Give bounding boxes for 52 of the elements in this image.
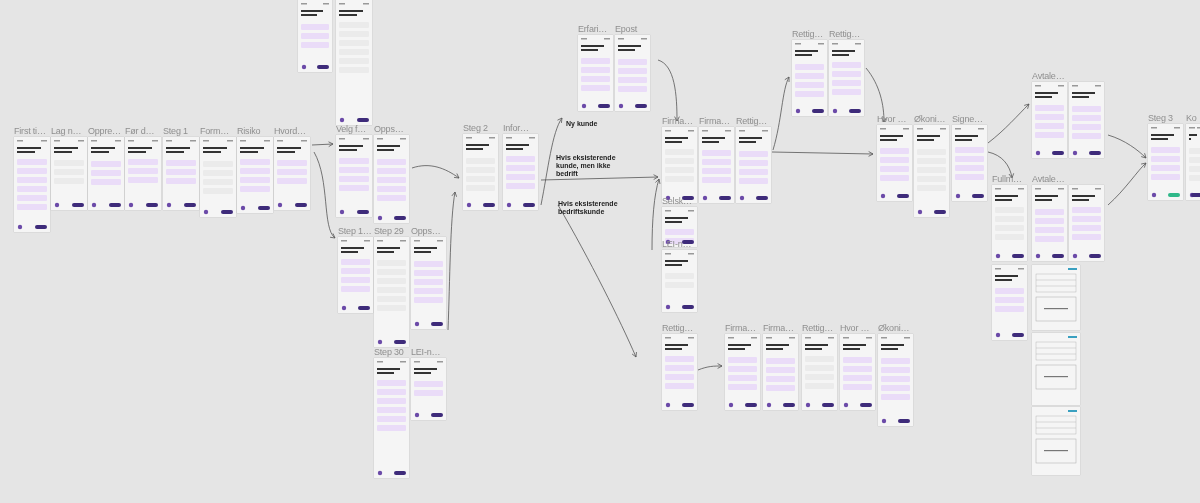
document-drawing (1032, 265, 1080, 330)
frame-label: Velg f… (336, 124, 367, 135)
frame-label: Step 1… (338, 226, 372, 237)
frame-label: Steg 2 (463, 123, 488, 134)
frame-label: Form… (200, 126, 229, 137)
arrow (697, 363, 723, 371)
frame-label: Step 29 (374, 226, 404, 237)
frame-label: Økoni… (878, 323, 910, 334)
frame-label: Steg 3 (1148, 113, 1173, 124)
frame-label: Før d… (125, 126, 155, 137)
frame-label: First ti… (14, 126, 46, 137)
frame-label: LEI-n… (662, 239, 692, 250)
frame-label: Erfari… (578, 24, 608, 35)
frame-label: Lag n… (51, 126, 82, 137)
frame-label: Firma… (699, 116, 730, 127)
frame-label: Ko (1186, 113, 1197, 124)
arrow (987, 103, 1030, 144)
frame-label: LEI-n… (411, 347, 441, 358)
arrow (411, 165, 460, 179)
frame-label: Rettig… (662, 323, 694, 334)
frame-label: Signe… (952, 114, 983, 125)
frame-label: Avtale… (1032, 174, 1065, 185)
frame-label: Rettig… (792, 29, 824, 40)
frame-label: Rettig… (736, 116, 768, 127)
wireframe-drawing (411, 358, 446, 420)
frame-label: Avtale… (1032, 71, 1065, 82)
wireframe-drawing (662, 207, 697, 247)
arrow (311, 141, 334, 147)
arrow (1107, 134, 1147, 159)
frame-label: Oppre… (88, 126, 121, 137)
frame-label: Epost (615, 24, 637, 35)
frame-label: Infor… (503, 123, 529, 134)
frame-label: Opps… (411, 226, 441, 237)
frame-label: Hvord… (274, 126, 306, 137)
frame-label: Firma… (662, 116, 693, 127)
frame-label: Firma… (725, 323, 756, 334)
wireframe-drawing (662, 250, 697, 312)
frame-label: Selsk… (662, 196, 692, 207)
arrow (1107, 162, 1147, 206)
frame-label: Steg 1 (163, 126, 188, 137)
wireframe-drawing (298, 0, 332, 72)
frame-label: Rettig… (829, 29, 861, 40)
document-drawing (1032, 407, 1080, 475)
frame-label: Rettig… (802, 323, 834, 334)
frame-label: Fullm… (992, 174, 1022, 185)
frame-label: Firma… (763, 323, 794, 334)
frame-label: Økoni… (914, 114, 946, 125)
document-drawing (1032, 333, 1080, 405)
frame-label: Step 30 (374, 347, 404, 358)
frame-label: Hvor … (840, 323, 870, 334)
frame-label: Risiko (237, 126, 261, 137)
frame-label: Opps… (374, 124, 404, 135)
